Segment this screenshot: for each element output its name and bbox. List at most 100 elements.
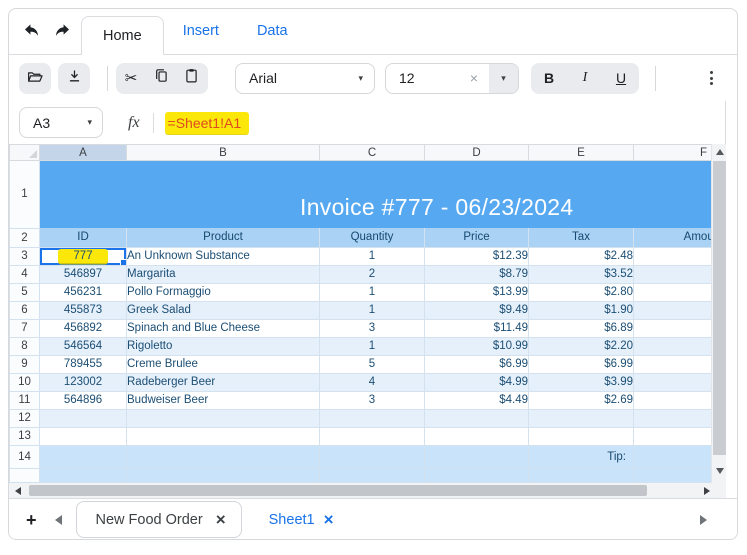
tab-home[interactable]: Home [81,16,164,55]
cell-C8[interactable]: 1 [319,337,425,356]
cell-C9[interactable]: 5 [319,355,425,374]
cell-B9[interactable]: Creme Brulee [126,355,320,374]
sheet-nav-left-icon[interactable] [54,514,62,525]
table-header-id[interactable]: ID [39,228,127,248]
cell-F13[interactable] [633,427,711,446]
scroll-up-icon[interactable] [716,149,724,155]
row-header-2[interactable]: 2 [9,227,40,248]
cell-B12[interactable] [126,409,320,428]
cell-C10[interactable]: 4 [319,373,425,392]
cell-A7[interactable]: 456892 [39,319,127,338]
cell-C11[interactable]: 3 [319,391,425,410]
cell-A6[interactable]: 455873 [39,301,127,320]
horizontal-scroll-thumb[interactable] [29,485,647,496]
cell-D5[interactable]: $13.99 [424,283,529,302]
cell-C4[interactable]: 2 [319,265,425,284]
row-header-11[interactable]: 11 [9,390,40,410]
cell-D3[interactable]: $12.39 [424,247,529,266]
font-size-dropdown[interactable]: ▾ [489,63,518,93]
copy-button[interactable] [146,63,176,94]
row-header-4[interactable]: 4 [9,264,40,284]
cell-B6[interactable]: Greek Salad [126,301,320,320]
row-header-13[interactable]: 13 [9,426,40,446]
cell-D6[interactable]: $9.49 [424,301,529,320]
cell-A10[interactable]: 123002 [39,373,127,392]
close-sheet-icon[interactable]: × [324,511,334,528]
cell-A13[interactable] [39,427,127,446]
cell-C5[interactable]: 1 [319,283,425,302]
cell-E4[interactable]: $3.52 [528,265,634,284]
cell-partial-B[interactable] [126,468,320,483]
tab-data[interactable]: Data [238,9,307,54]
cell-partial-E[interactable] [528,468,634,483]
column-header-E[interactable]: E [528,144,634,161]
cell-A8[interactable]: 546564 [39,337,127,356]
cell-E7[interactable]: $6.89 [528,319,634,338]
cell-B8[interactable]: Rigoletto [126,337,320,356]
cell-E8[interactable]: $2.20 [528,337,634,356]
cell-B7[interactable]: Spinach and Blue Cheese [126,319,320,338]
cell-E5[interactable]: $2.80 [528,283,634,302]
table-header-quantity[interactable]: Quantity [319,228,425,248]
row-header-8[interactable]: 8 [9,336,40,356]
cell-C7[interactable]: 3 [319,319,425,338]
add-sheet-button[interactable]: + [26,511,37,529]
cell-A12[interactable] [39,409,127,428]
cell-E6[interactable]: $1.90 [528,301,634,320]
formula-input[interactable]: =Sheet1!A1 [164,111,250,134]
cell-F9[interactable] [633,355,711,374]
cell-B10[interactable]: Radeberger Beer [126,373,320,392]
row-header-14[interactable]: 14 [9,444,40,469]
scroll-left-icon[interactable] [15,487,21,495]
cell-partial-A[interactable] [39,468,127,483]
cell-reference-box[interactable]: A3 ▾ [19,107,103,138]
cell-E10[interactable]: $3.99 [528,373,634,392]
close-sheet-icon[interactable]: × [216,511,226,528]
cell-B5[interactable]: Pollo Formaggio [126,283,320,302]
row-header-6[interactable]: 6 [9,300,40,320]
sheet-tab-new-food-order[interactable]: New Food Order × [75,501,242,538]
row-header-partial[interactable] [9,467,40,483]
scroll-down-icon[interactable] [716,468,724,474]
italic-button[interactable]: I [567,63,603,94]
cell-D14[interactable] [424,445,529,469]
column-header-A[interactable]: A [39,144,127,161]
column-header-B[interactable]: B [126,144,320,161]
underline-button[interactable]: U [603,63,639,94]
cell-C14[interactable] [319,445,425,469]
cell-E9[interactable]: $6.99 [528,355,634,374]
cell-E3[interactable]: $2.48 [528,247,634,266]
cell-F14[interactable] [633,445,711,469]
cell-C3[interactable]: 1 [319,247,425,266]
cell-A11[interactable]: 564896 [39,391,127,410]
clear-icon[interactable]: × [470,70,489,86]
cell-C6[interactable]: 1 [319,301,425,320]
cell-A9[interactable]: 789455 [39,355,127,374]
column-header-F[interactable]: F [633,144,711,161]
cell-partial-F[interactable] [633,468,711,483]
cell-E13[interactable] [528,427,634,446]
merged-title-cell[interactable]: Invoice #777 - 06/23/2024 [39,160,711,228]
cell-D12[interactable] [424,409,529,428]
bold-button[interactable]: B [531,63,567,94]
table-header-product[interactable]: Product [126,228,320,248]
font-family-select[interactable]: Arial ▾ [235,62,375,94]
row-header-12[interactable]: 12 [9,408,40,428]
row-header-7[interactable]: 7 [9,318,40,338]
cell-D11[interactable]: $4.49 [424,391,529,410]
cell-F12[interactable] [633,409,711,428]
cell-A14[interactable] [39,445,127,469]
cell-F5[interactable] [633,283,711,302]
sheet-nav-right-icon[interactable] [700,514,707,525]
cell-partial-D[interactable] [424,468,529,483]
cell-E11[interactable]: $2.69 [528,391,634,410]
cell-B4[interactable]: Margarita [126,265,320,284]
cell-A3[interactable]: 777 [39,247,127,266]
cell-A4[interactable]: 546897 [39,265,127,284]
cell-F7[interactable] [633,319,711,338]
vertical-scrollbar[interactable] [711,144,726,483]
undo-icon[interactable] [22,21,42,41]
column-header-C[interactable]: C [319,144,425,161]
cell-F6[interactable] [633,301,711,320]
row-header-9[interactable]: 9 [9,354,40,374]
